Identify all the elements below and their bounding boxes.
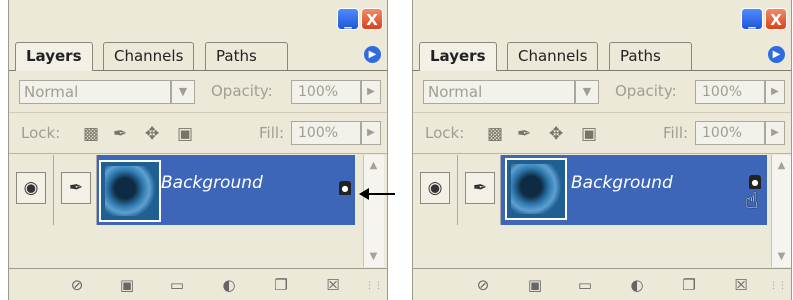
- layer-name: Background: [571, 173, 673, 193]
- resize-grip-icon[interactable]: ⋮⋮: [769, 281, 787, 291]
- layer-lock-icon: ●: [339, 181, 351, 195]
- panel-menu-icon[interactable]: ▶: [768, 46, 785, 63]
- scroll-up-icon[interactable]: ▲: [773, 157, 790, 174]
- lock-fill-row: Lock: ▩ ✒ ✥ ▣ Fill: 100% ▶: [9, 113, 387, 154]
- minimize-button[interactable]: _: [337, 8, 359, 30]
- panel-titlebar: _ X: [413, 0, 791, 36]
- link-layers-icon[interactable]: ⊘: [67, 275, 87, 295]
- new-layer-icon[interactable]: ❐: [271, 275, 291, 295]
- visibility-cell[interactable]: ◉: [9, 155, 54, 225]
- delete-layer-icon[interactable]: ☒: [731, 275, 751, 295]
- fill-slider-icon[interactable]: ▶: [361, 121, 381, 145]
- pointer-arrow: [359, 188, 395, 200]
- new-layer-icon[interactable]: ❐: [679, 275, 699, 295]
- layer-thumbnail: [505, 158, 567, 220]
- layers-scrollbar[interactable]: ▲ ▼: [771, 155, 791, 267]
- add-mask-icon[interactable]: ▣: [525, 275, 545, 295]
- lock-label: Lock:: [425, 124, 465, 142]
- layers-panel-right: _ X Layers Channels Paths ▶ Normal ▼ Opa…: [412, 0, 792, 300]
- arrow-head-icon: [359, 188, 369, 200]
- opacity-input[interactable]: 100%: [291, 80, 361, 104]
- tab-paths[interactable]: Paths: [205, 42, 288, 70]
- eye-icon[interactable]: ◉: [16, 172, 46, 204]
- layer-row-background[interactable]: ◉ ✒ Background ●: [9, 155, 355, 225]
- layer-name: Background: [161, 173, 263, 193]
- opacity-input[interactable]: 100%: [695, 80, 765, 104]
- tab-channels[interactable]: Channels: [103, 42, 195, 70]
- add-mask-icon[interactable]: ▣: [117, 275, 137, 295]
- lock-position-icon[interactable]: ✥: [549, 125, 563, 143]
- fill-slider-icon[interactable]: ▶: [765, 121, 785, 145]
- lock-transparent-icon[interactable]: ▩: [83, 125, 99, 143]
- tab-layers[interactable]: Layers: [419, 42, 497, 71]
- blend-opacity-row: Normal ▼ Opacity: 100% ▶: [413, 72, 791, 113]
- panel-titlebar: _ X: [9, 0, 387, 36]
- link-cell[interactable]: ✒: [54, 155, 97, 225]
- panel-bottom-toolbar: ⊘ ▣ ▭ ◐ ❐ ☒ ⋮⋮: [413, 268, 791, 300]
- chevron-down-icon[interactable]: ▼: [171, 80, 195, 104]
- brush-icon: ✒: [61, 172, 91, 204]
- panel-tabs: Layers Channels Paths ▶: [413, 36, 791, 71]
- layers-panel-left: _ X Layers Channels Paths ▶ Normal ▼ Opa…: [8, 0, 388, 300]
- brush-icon: ✒: [465, 172, 495, 204]
- new-group-icon[interactable]: ▭: [575, 275, 595, 295]
- new-group-icon[interactable]: ▭: [167, 275, 187, 295]
- panel-bottom-toolbar: ⊘ ▣ ▭ ◐ ❐ ☒ ⋮⋮: [9, 268, 387, 300]
- delete-layer-icon[interactable]: ☒: [323, 275, 343, 295]
- arrow-line: [367, 193, 395, 195]
- lock-image-icon[interactable]: ✒: [113, 125, 127, 143]
- eye-icon[interactable]: ◉: [420, 172, 450, 204]
- blend-mode-select[interactable]: Normal: [19, 80, 171, 104]
- adjustment-layer-icon[interactable]: ◐: [219, 275, 239, 295]
- opacity-label: Opacity:: [211, 82, 273, 100]
- lock-position-icon[interactable]: ✥: [145, 125, 159, 143]
- resize-grip-icon[interactable]: ⋮⋮: [365, 281, 383, 291]
- tab-layers[interactable]: Layers: [15, 42, 93, 71]
- lock-fill-row: Lock: ▩ ✒ ✥ ▣ Fill: 100% ▶: [413, 113, 791, 154]
- thumbnail-image: [105, 166, 155, 216]
- blend-opacity-row: Normal ▼ Opacity: 100% ▶: [9, 72, 387, 113]
- layers-list: ◉ ✒ Background ● ☝ ▲ ▼: [413, 155, 791, 267]
- fill-label: Fill:: [663, 124, 689, 142]
- lock-label: Lock:: [21, 124, 61, 142]
- hand-cursor-icon: ☝: [745, 189, 759, 214]
- lock-transparent-icon[interactable]: ▩: [487, 125, 503, 143]
- opacity-slider-icon[interactable]: ▶: [361, 80, 381, 104]
- adjustment-layer-icon[interactable]: ◐: [627, 275, 647, 295]
- opacity-slider-icon[interactable]: ▶: [765, 80, 785, 104]
- layer-row-background[interactable]: ◉ ✒ Background ● ☝: [413, 155, 767, 225]
- layers-scrollbar[interactable]: ▲ ▼: [363, 155, 384, 267]
- panel-menu-icon[interactable]: ▶: [364, 46, 381, 63]
- fill-input[interactable]: 100%: [291, 121, 361, 145]
- opacity-label: Opacity:: [615, 82, 677, 100]
- layer-thumbnail: [99, 160, 161, 222]
- lock-all-icon[interactable]: ▣: [581, 125, 597, 143]
- fill-label: Fill:: [259, 124, 285, 142]
- tab-channels[interactable]: Channels: [507, 42, 599, 70]
- scroll-up-icon[interactable]: ▲: [365, 157, 382, 174]
- layers-list: ◉ ✒ Background ● ▲ ▼: [9, 155, 387, 267]
- layer-lock-icon[interactable]: ●: [749, 175, 761, 189]
- link-layers-icon[interactable]: ⊘: [473, 275, 493, 295]
- scroll-down-icon[interactable]: ▼: [773, 248, 790, 265]
- scroll-down-icon[interactable]: ▼: [365, 248, 382, 265]
- close-button[interactable]: X: [361, 8, 383, 30]
- blend-mode-select[interactable]: Normal: [423, 80, 575, 104]
- panel-tabs: Layers Channels Paths ▶: [9, 36, 387, 71]
- visibility-cell[interactable]: ◉: [413, 155, 458, 225]
- tab-paths[interactable]: Paths: [609, 42, 692, 70]
- close-button[interactable]: X: [765, 8, 787, 30]
- minimize-button[interactable]: _: [741, 8, 763, 30]
- fill-input[interactable]: 100%: [695, 121, 765, 145]
- lock-all-icon[interactable]: ▣: [177, 125, 193, 143]
- link-cell[interactable]: ✒: [458, 155, 501, 225]
- lock-image-icon[interactable]: ✒: [517, 125, 531, 143]
- thumbnail-image: [511, 164, 561, 214]
- chevron-down-icon[interactable]: ▼: [575, 80, 599, 104]
